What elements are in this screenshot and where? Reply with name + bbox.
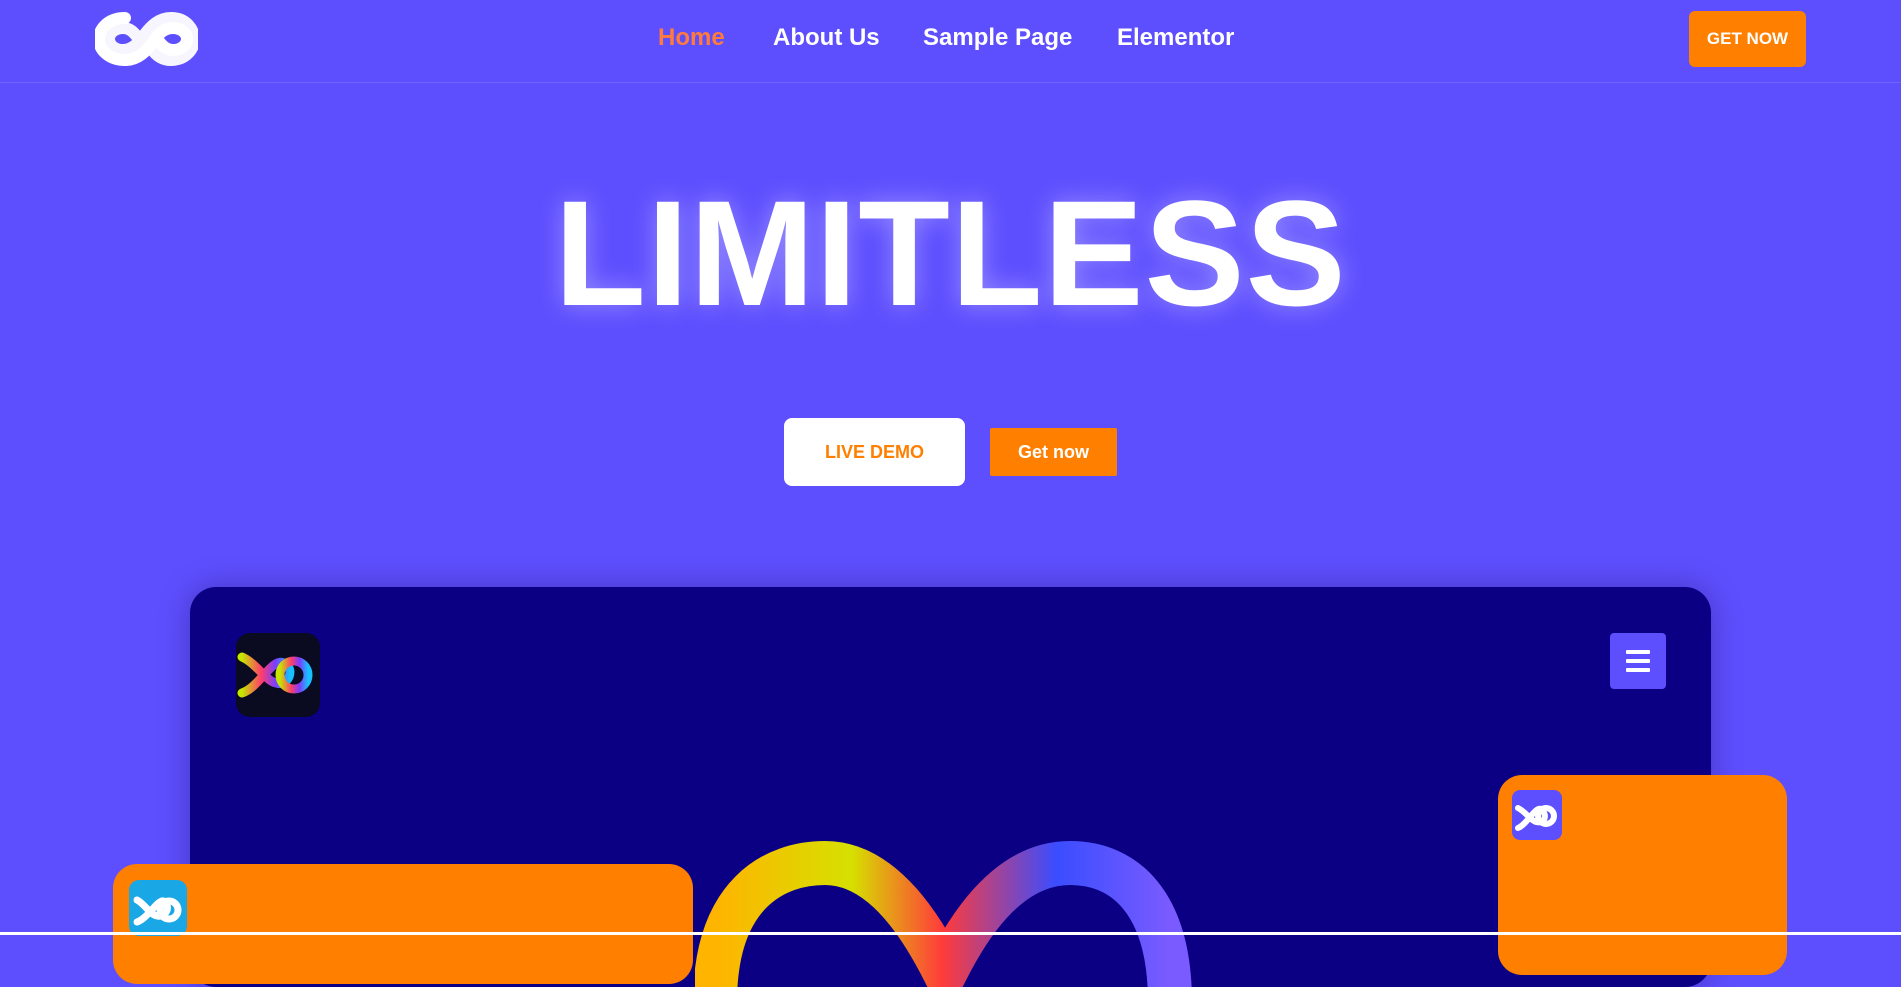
- hero-title: LIMITLESS: [554, 169, 1347, 337]
- live-demo-button[interactable]: LIVE DEMO: [784, 418, 965, 486]
- get-now-header-button[interactable]: GET NOW: [1689, 11, 1806, 67]
- nav-item-about-us[interactable]: About Us: [773, 24, 880, 52]
- orange-card-right: [1498, 775, 1787, 975]
- infinity-logo-icon: [129, 880, 187, 936]
- rainbow-infinity-icon: [695, 840, 1192, 987]
- nav-item-home[interactable]: Home: [658, 24, 725, 52]
- main-nav: Home About Us Sample Page Elementor: [0, 0, 1901, 82]
- site-header: Home About Us Sample Page Elementor GET …: [0, 0, 1901, 83]
- orange-card-left: [113, 864, 693, 984]
- nav-item-elementor[interactable]: Elementor: [1117, 24, 1234, 52]
- infinity-logo-icon: [1512, 790, 1562, 840]
- hamburger-menu-icon[interactable]: [1610, 633, 1666, 689]
- get-now-button[interactable]: Get now: [990, 428, 1117, 476]
- nav-item-sample-page[interactable]: Sample Page: [923, 24, 1072, 52]
- rainbow-infinity-logo-icon[interactable]: [236, 633, 320, 717]
